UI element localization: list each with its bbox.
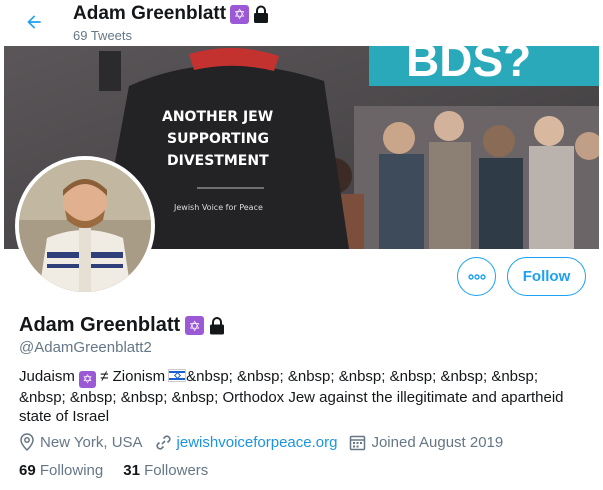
star-of-david-icon: ✡ [230, 4, 250, 24]
location-item: New York, USA [19, 433, 143, 451]
joined-text: Joined August 2019 [371, 433, 504, 451]
profile-name-row: Adam Greenblatt ✡ [19, 314, 225, 337]
star-of-david-icon: ✡ [79, 370, 97, 388]
shirt-line-3: DIVESTMENT [167, 153, 269, 169]
more-dots-icon [467, 273, 486, 280]
follow-stats: 69 Following 31 Followers [19, 462, 228, 479]
map-pin-icon [20, 433, 34, 451]
website-link[interactable]: jewishvoiceforpeace.org [177, 434, 338, 451]
profile-meta: New York, USA jewishvoiceforpeace.org Jo… [19, 432, 515, 452]
back-button[interactable] [18, 6, 50, 38]
more-options-button[interactable] [457, 257, 496, 296]
bio-start: Judaism [19, 368, 75, 385]
followers-stat[interactable]: 31 Followers [123, 462, 208, 479]
profile-header-bar: Adam Greenblatt ✡ 69 Tweets [0, 0, 603, 46]
banner-sign-text: BDS? [406, 46, 531, 86]
avatar-photo [19, 160, 151, 292]
location-text: New York, USA [40, 433, 143, 451]
tweet-count: 69 Tweets [73, 28, 133, 43]
profile-name: Adam Greenblatt [19, 314, 181, 336]
following-label: Following [39, 462, 104, 479]
link-icon [155, 434, 171, 450]
following-stat[interactable]: 69 Following [19, 462, 103, 479]
bio-mid: ≠ Zionism [100, 368, 166, 385]
followers-label: Followers [144, 462, 209, 479]
shirt-line-2: SUPPORTING [167, 131, 269, 147]
header-name: Adam Greenblatt [73, 3, 227, 24]
profile-handle: @AdamGreenblatt2 [19, 339, 152, 356]
star-of-david-icon: ✡ [185, 316, 205, 335]
header-title-row: Adam Greenblatt ✡ [73, 3, 269, 25]
joined-item: Joined August 2019 [349, 434, 503, 451]
arrow-left-icon [27, 15, 41, 29]
website-item: jewishvoiceforpeace.org [155, 434, 338, 451]
profile-bio: Judaism ✡ ≠ Zionism &nbsp; &nbsp; &nbsp; … [19, 367, 584, 427]
lock-icon [210, 317, 225, 335]
avatar[interactable] [15, 156, 155, 296]
followers-count: 31 [123, 462, 140, 479]
follow-button[interactable]: Follow [507, 257, 586, 296]
calendar-icon [350, 435, 366, 450]
shirt-line-1: ANOTHER JEW [162, 109, 273, 125]
shirt-footer: Jewish Voice for Peace [173, 203, 263, 212]
lock-icon [254, 5, 269, 23]
following-count: 69 [19, 462, 36, 479]
israel-flag-icon [168, 369, 187, 382]
